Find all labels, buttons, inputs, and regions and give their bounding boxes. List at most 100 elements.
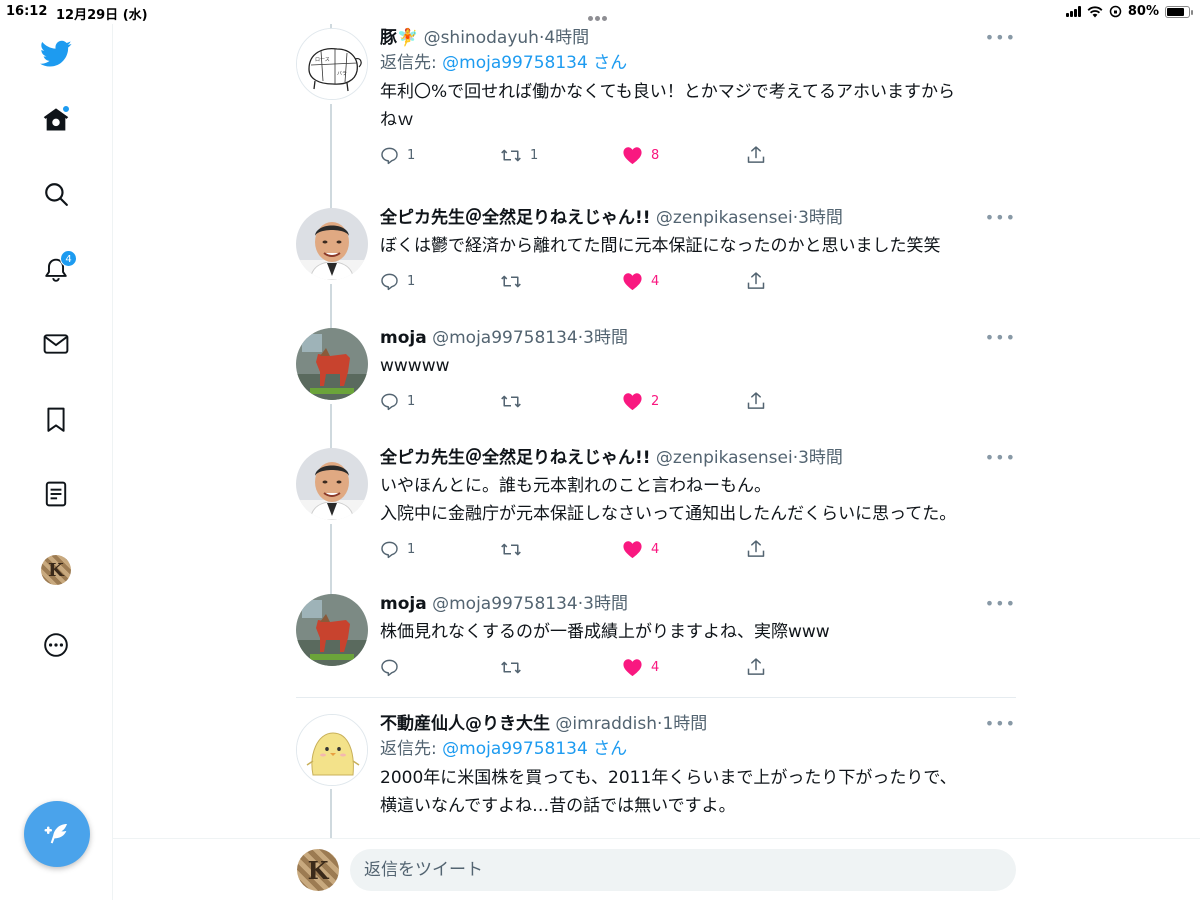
tweet[interactable]: ロース バラ 豚🧚 @shinodayuh·4時間 ••• 返信先: @moja9…: [296, 26, 1016, 176]
battery-percent: 80%: [1127, 4, 1159, 19]
tweet-author-name[interactable]: 豚🧚: [380, 28, 418, 48]
share-action[interactable]: [746, 391, 766, 411]
tweet-text-line: 横這いなんですよね…昔の話では無いですよ。: [380, 796, 736, 816]
reply-to-line: 返信先: @moja99758134 さん: [380, 736, 1016, 762]
tweet-avatar[interactable]: [296, 328, 368, 400]
like-action[interactable]: 4: [622, 272, 746, 291]
search-icon[interactable]: [38, 176, 74, 212]
tweet-text-line: 株価見れなくするのが一番成績上がりますよね、実際www: [380, 622, 830, 642]
more-options-icon[interactable]: •••: [985, 328, 1016, 347]
svg-text:ロース: ロース: [315, 57, 330, 63]
tweet-timestamp[interactable]: 3時間: [798, 208, 843, 228]
like-action[interactable]: 4: [622, 540, 746, 559]
more-options-icon[interactable]: •••: [985, 448, 1016, 467]
status-date: 12月29日 (水): [56, 8, 148, 23]
tweet-author-handle[interactable]: @shinodayuh: [424, 28, 539, 48]
notifications-badge: 4: [60, 250, 77, 267]
tweet-author-handle[interactable]: @zenpikasensei: [656, 448, 793, 468]
more-options-icon[interactable]: •••: [985, 714, 1016, 733]
reply-action[interactable]: [380, 658, 500, 677]
tweet-header: 全ピカ先生＠全然足りねえじゃん!! @zenpikasensei·3時間: [380, 208, 843, 228]
tweet-timestamp[interactable]: 4時間: [544, 28, 589, 48]
notifications-bell-icon[interactable]: 4: [38, 250, 77, 288]
reply-icon: [381, 147, 398, 164]
heart-filled-icon: [623, 146, 642, 164]
tweet-timestamp[interactable]: 3時間: [583, 328, 628, 348]
tweet-author-name[interactable]: 全ピカ先生＠全然足りねえじゃん!!: [380, 448, 651, 468]
home-icon[interactable]: [38, 102, 74, 138]
orientation-lock-icon: [1109, 5, 1122, 18]
tweet-author-handle[interactable]: @moja99758134: [432, 328, 578, 348]
tweet-timestamp[interactable]: 3時間: [798, 448, 843, 468]
messages-mail-icon[interactable]: [38, 326, 74, 362]
tweet-text-line: 2000年に米国株を買っても、2011年くらいまで上がったり下がったりで、: [380, 768, 957, 788]
share-icon: [747, 658, 765, 675]
reply-to-mention[interactable]: @moja99758134 さん: [442, 739, 627, 759]
twitter-logo-icon[interactable]: [38, 36, 74, 72]
like-action[interactable]: 2: [622, 392, 746, 411]
compose-tweet-button[interactable]: [24, 801, 90, 867]
tweet[interactable]: 全ピカ先生＠全然足りねえじゃん!! @zenpikasensei·3時間 •••…: [296, 206, 1016, 306]
retweet-action[interactable]: [500, 540, 622, 559]
tweet-author-name[interactable]: 不動産仙人@りき大生: [380, 714, 550, 734]
tweet-text: 年利〇%で回せれば働かなくても良い！とかマジで考えてるアホいますから ねｗ: [380, 78, 1016, 134]
reply-to-label: 返信先:: [380, 53, 443, 73]
tweet-avatar[interactable]: [296, 208, 368, 280]
tweet-avatar[interactable]: [296, 448, 368, 520]
reply-to-label: 返信先:: [380, 739, 443, 759]
my-avatar[interactable]: K: [297, 849, 339, 891]
like-count: 8: [651, 147, 660, 163]
signal-icon: [1065, 6, 1081, 17]
like-action[interactable]: 8: [622, 146, 746, 165]
retweet-action[interactable]: [500, 272, 622, 291]
tweet[interactable]: moja @moja99758134·3時間 ••• 株価見れなくするのが一番成…: [296, 592, 1016, 692]
svg-text:バラ: バラ: [337, 71, 347, 77]
tweet-author-name[interactable]: moja: [380, 328, 427, 348]
tweet[interactable]: 不動産仙人@りき大生 @imraddish·1時間 ••• 返信先: @moja…: [296, 712, 1016, 838]
more-options-icon[interactable]: •••: [985, 28, 1016, 47]
tweet-author-name[interactable]: moja: [380, 594, 427, 614]
reply-action[interactable]: 1: [380, 146, 500, 165]
reply-action[interactable]: 1: [380, 272, 500, 291]
tweet-avatar[interactable]: ロースバラ: [296, 28, 368, 100]
share-action[interactable]: [746, 657, 766, 677]
tweet-timestamp[interactable]: 1時間: [662, 714, 707, 734]
tweet-author-handle[interactable]: @imraddish: [555, 714, 657, 734]
like-count: 4: [651, 541, 660, 557]
tweet[interactable]: 全ピカ先生＠全然足りねえじゃん!! @zenpikasensei·3時間 •••…: [296, 446, 1016, 576]
share-action[interactable]: [746, 539, 766, 559]
retweet-action[interactable]: [500, 392, 622, 411]
tweet-author-handle[interactable]: @zenpikasensei: [656, 208, 793, 228]
multitasking-dots-icon[interactable]: [588, 10, 612, 21]
retweet-icon: [501, 395, 521, 407]
bookmarks-icon[interactable]: [38, 402, 74, 438]
reply-action[interactable]: 1: [380, 540, 500, 559]
profile-avatar-icon[interactable]: K: [38, 552, 74, 588]
more-options-icon[interactable]: •••: [985, 208, 1016, 227]
tweet-text-line: 入院中に金融庁が元本保証しなさいって通知出したんだくらいに思ってた。: [380, 504, 957, 524]
reply-input[interactable]: 返信をツイート: [350, 849, 1016, 891]
share-action[interactable]: [746, 145, 766, 165]
more-circle-icon[interactable]: [38, 627, 74, 663]
tweet-timestamp[interactable]: 3時間: [583, 594, 628, 614]
reply-action[interactable]: 1: [380, 392, 500, 411]
reply-composer-bar: K 返信をツイート: [113, 838, 1200, 900]
tweet-header: moja @moja99758134·3時間: [380, 594, 628, 614]
tweet-avatar[interactable]: [296, 714, 368, 786]
reply-to-mention[interactable]: @moja99758134 さん: [442, 53, 627, 73]
more-options-icon[interactable]: •••: [985, 594, 1016, 613]
share-icon: [747, 540, 765, 557]
tweet-author-handle[interactable]: @moja99758134: [432, 594, 578, 614]
retweet-action[interactable]: 1: [500, 146, 622, 165]
tweet-author-name[interactable]: 全ピカ先生＠全然足りねえじゃん!!: [380, 208, 651, 228]
lists-icon[interactable]: [38, 476, 74, 512]
share-icon: [747, 272, 765, 289]
retweet-action[interactable]: [500, 658, 622, 677]
like-action[interactable]: 4: [622, 658, 746, 677]
battery-icon: [1165, 5, 1193, 18]
share-action[interactable]: [746, 271, 766, 291]
tweet-avatar[interactable]: [296, 594, 368, 666]
tweet[interactable]: moja @moja99758134·3時間 ••• wwwww 1 2: [296, 326, 1016, 426]
heart-filled-icon: [623, 392, 642, 410]
like-count: 2: [651, 393, 660, 409]
